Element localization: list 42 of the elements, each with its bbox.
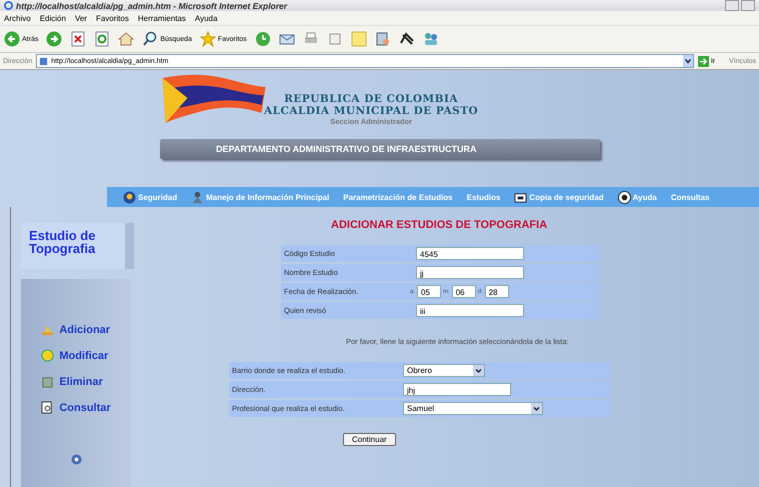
star-icon	[200, 31, 216, 47]
text-field[interactable]: iii	[416, 304, 524, 317]
menu-item[interactable]: Favoritos	[96, 14, 129, 22]
window-title: http://localhost/alcaldia/pg_admin.htm - Microsoft Internet Explorer	[16, 0, 288, 10]
text-field[interactable]: 4545	[416, 247, 524, 260]
maximize-button[interactable]	[741, 0, 755, 11]
date-field[interactable]: 05	[417, 285, 442, 298]
sidebar-link[interactable]: Adicionar	[41, 323, 110, 336]
text-field[interactable]: jj	[416, 266, 524, 279]
date-field[interactable]: 28	[484, 285, 509, 298]
header-title: ALCALDIA MUNICIPAL DE PASTO	[264, 105, 478, 117]
sidebar-link[interactable]: Modificar	[41, 349, 108, 362]
menu-item[interactable]: Herramientas	[138, 14, 186, 22]
page-icon	[39, 56, 48, 66]
search-icon	[142, 31, 158, 47]
dropdown-field[interactable]: Samuel	[403, 402, 543, 415]
sidebar-link[interactable]: Consultar	[41, 401, 111, 414]
arrow-icon	[698, 56, 709, 66]
stop-icon[interactable]	[70, 31, 86, 47]
menu-item[interactable]: Ayuda	[194, 14, 218, 22]
header-title: REPUBLICA DE COLOMBIA	[284, 93, 458, 105]
continue-button[interactable]: Continuar	[343, 433, 396, 446]
section-title: Estudio de Topografia	[21, 223, 134, 269]
tools-icon[interactable]	[374, 31, 391, 47]
date-field[interactable]: 06	[452, 285, 476, 298]
figure-icon	[191, 190, 204, 204]
dropdown-button[interactable]	[682, 55, 693, 67]
department-banner: DEPARTAMENTO ADMINISTRATIVO DE INFRAESTRUCTURA	[160, 139, 600, 159]
text-field[interactable]: jhj	[403, 383, 511, 396]
dropdown-field[interactable]: Obrero	[403, 364, 485, 377]
menu-item[interactable]: Ver	[74, 14, 87, 22]
sidebar-link[interactable]: Eliminar	[41, 375, 103, 388]
trash-icon	[41, 375, 54, 388]
menu-item[interactable]: Archivo	[4, 14, 31, 22]
note-icon[interactable]	[350, 31, 367, 47]
menu-item[interactable]: Edición	[40, 14, 66, 22]
history-icon[interactable]	[254, 31, 271, 47]
form-title: ADICIONAR ESTUDIOS DE TOPOGRAFIA	[331, 219, 548, 231]
minimize-button[interactable]	[725, 0, 739, 11]
home-icon[interactable]	[118, 31, 134, 47]
people-icon[interactable]	[422, 31, 439, 47]
shield-icon	[123, 190, 136, 204]
